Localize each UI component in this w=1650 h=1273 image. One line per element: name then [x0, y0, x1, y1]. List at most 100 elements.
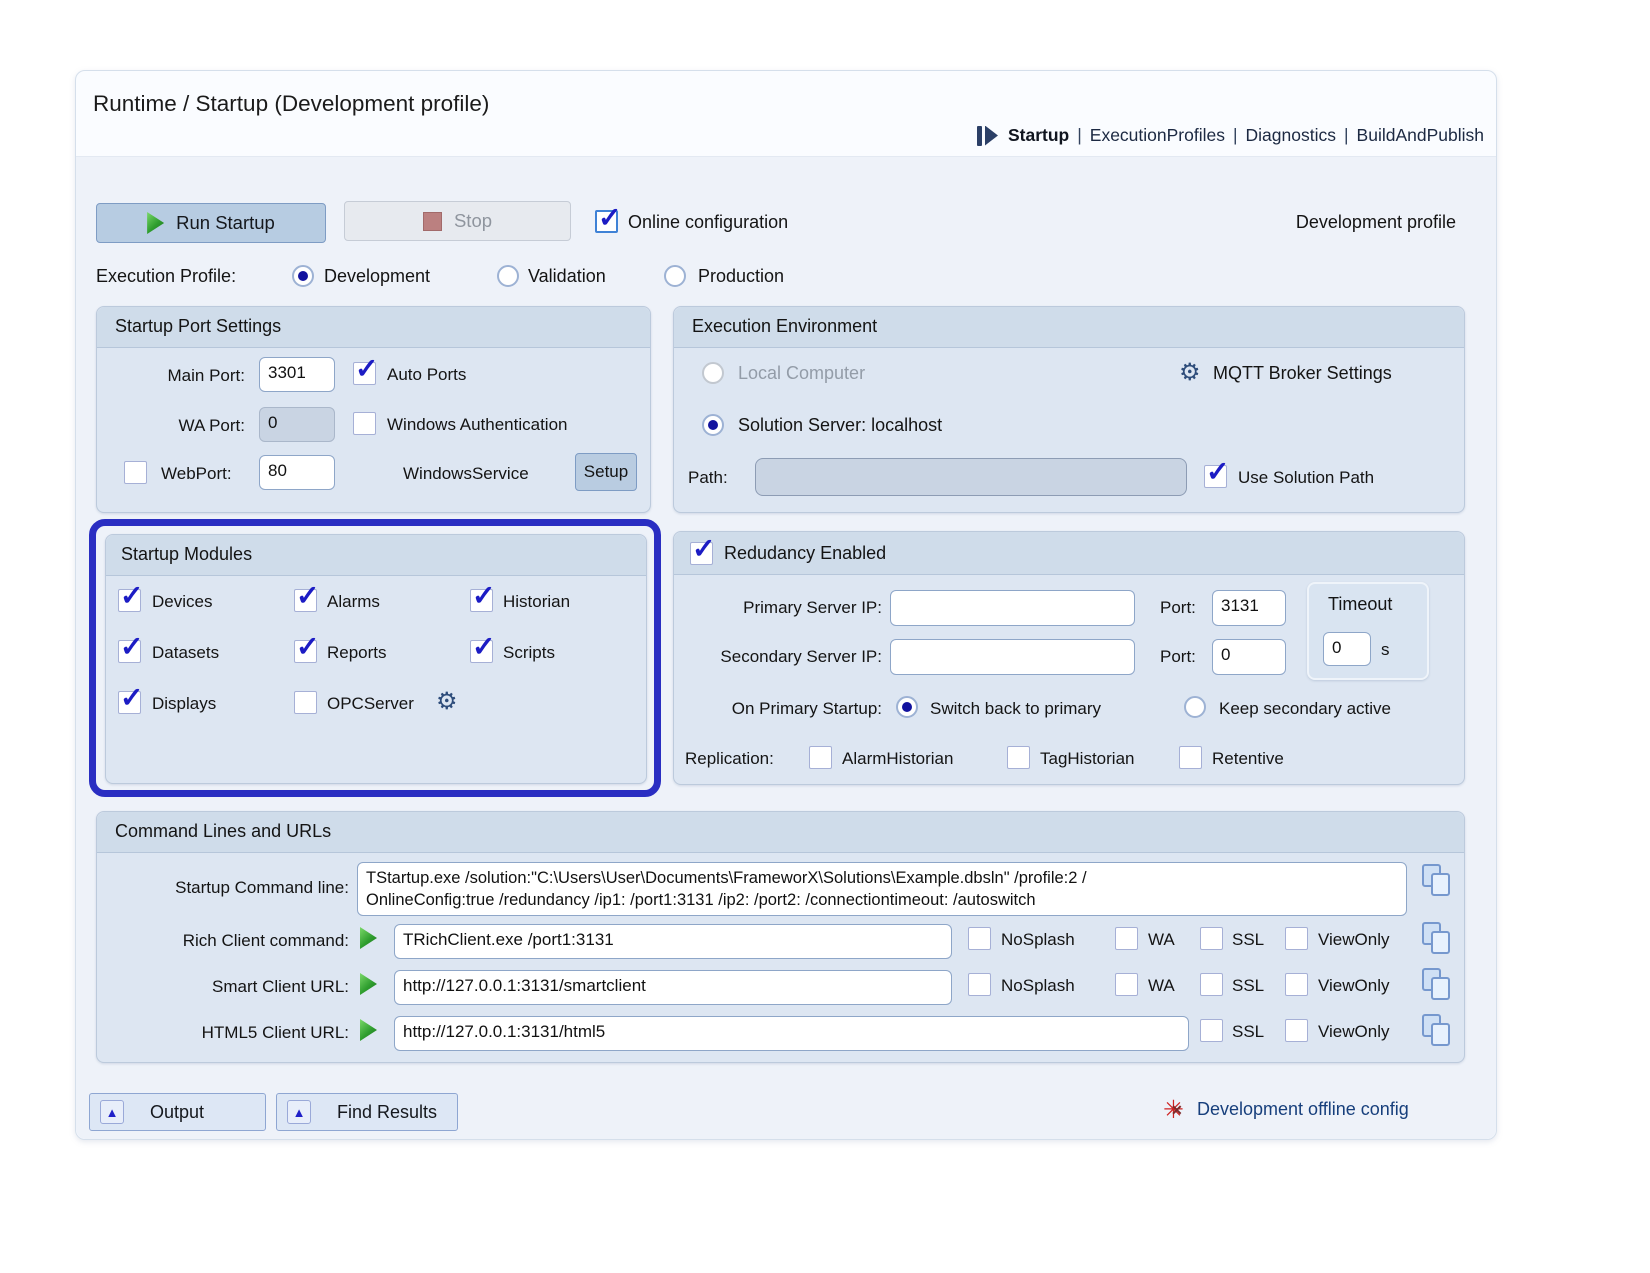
find-results-label: Find Results [337, 1102, 437, 1123]
taghistorian-checkbox[interactable] [1007, 746, 1030, 769]
windows-service-setup-button[interactable]: Setup [575, 453, 637, 491]
execution-environment-header: Execution Environment [674, 307, 1464, 348]
primary-port-input[interactable]: 3131 [1212, 590, 1286, 626]
run-smart-client-icon[interactable] [360, 973, 377, 995]
startup-modules-title: Startup Modules [121, 544, 252, 565]
copy-html5-client-icon[interactable] [1422, 1014, 1450, 1046]
switch-back-to-primary-radio[interactable] [896, 696, 918, 718]
smart-viewonly-label: ViewOnly [1318, 976, 1390, 996]
redundancy-panel: Redudancy Enabled Primary Server IP: Por… [673, 531, 1465, 785]
alarmhistorian-checkbox[interactable] [809, 746, 832, 769]
profile-production-radio[interactable] [664, 265, 686, 287]
startup-port-settings-title: Startup Port Settings [115, 316, 281, 337]
mqtt-broker-settings-label[interactable]: MQTT Broker Settings [1213, 363, 1392, 384]
startup-modules-header: Startup Modules [106, 535, 646, 576]
tab-diagnostics[interactable]: Diagnostics [1246, 125, 1336, 146]
devices-checkbox[interactable] [118, 589, 141, 612]
html5-client-url-input[interactable]: http://127.0.0.1:3131/html5 [394, 1016, 1189, 1051]
run-rich-client-icon[interactable] [360, 927, 377, 949]
page-title: Runtime / Startup (Development profile) [93, 91, 489, 117]
nav-separator: | [1344, 125, 1349, 146]
windows-authentication-checkbox[interactable] [353, 412, 376, 435]
secondary-server-ip-input[interactable] [890, 639, 1135, 675]
rich-viewonly-checkbox[interactable] [1285, 927, 1308, 950]
timeout-box: Timeout 0 s [1307, 582, 1429, 680]
main-port-input[interactable]: 3301 [259, 357, 335, 392]
rich-wa-checkbox[interactable] [1115, 927, 1138, 950]
alarmhistorian-label: AlarmHistorian [842, 749, 953, 769]
redundancy-enabled-checkbox[interactable] [690, 542, 713, 565]
html5-ssl-label: SSL [1232, 1022, 1264, 1042]
run-startup-label: Run Startup [176, 212, 275, 234]
windows-authentication-label: Windows Authentication [387, 415, 568, 435]
webport-checkbox[interactable] [124, 461, 147, 484]
tab-executionprofiles[interactable]: ExecutionProfiles [1090, 125, 1225, 146]
runtime-startup-window: Runtime / Startup (Development profile) … [75, 70, 1497, 1140]
smart-wa-checkbox[interactable] [1115, 973, 1138, 996]
smart-client-url-input[interactable]: http://127.0.0.1:3131/smartclient [394, 970, 952, 1005]
smart-ssl-checkbox[interactable] [1200, 973, 1223, 996]
smart-wa-label: WA [1148, 976, 1175, 996]
secondary-port-input[interactable]: 0 [1212, 639, 1286, 675]
keep-secondary-active-radio[interactable] [1184, 696, 1206, 718]
copy-rich-client-icon[interactable] [1422, 922, 1450, 954]
use-solution-path-checkbox[interactable] [1204, 465, 1227, 488]
run-html5-client-icon[interactable] [360, 1019, 377, 1041]
primary-server-ip-input[interactable] [890, 590, 1135, 626]
tab-buildandpublish[interactable]: BuildAndPublish [1357, 125, 1484, 146]
webport-input[interactable]: 80 [259, 455, 335, 490]
smart-nosplash-checkbox[interactable] [968, 973, 991, 996]
copy-smart-client-icon[interactable] [1422, 968, 1450, 1000]
html5-ssl-checkbox[interactable] [1200, 1019, 1223, 1042]
offline-config-label[interactable]: Development offline config [1197, 1099, 1409, 1120]
run-startup-button[interactable]: Run Startup [96, 203, 326, 243]
historian-checkbox[interactable] [470, 589, 493, 612]
opcserver-checkbox[interactable] [294, 691, 317, 714]
solution-server-radio[interactable] [702, 414, 724, 436]
alarms-label: Alarms [327, 592, 380, 612]
rich-client-command-input[interactable]: TRichClient.exe /port1:3131 [394, 924, 952, 959]
scripts-checkbox[interactable] [470, 640, 493, 663]
opcserver-label: OPCServer [327, 694, 414, 714]
rich-ssl-checkbox[interactable] [1200, 927, 1223, 950]
play-icon [147, 212, 164, 234]
timeout-input[interactable]: 0 [1323, 632, 1371, 666]
profile-validation-label: Validation [528, 266, 606, 287]
profile-development-radio[interactable] [292, 265, 314, 287]
opcserver-gear-icon[interactable]: ⚙ [436, 690, 458, 714]
html5-viewonly-checkbox[interactable] [1285, 1019, 1308, 1042]
retentive-checkbox[interactable] [1179, 746, 1202, 769]
timeout-unit-label: s [1381, 640, 1390, 660]
local-computer-radio[interactable] [702, 362, 724, 384]
smart-viewonly-checkbox[interactable] [1285, 973, 1308, 996]
profile-development-label: Development [324, 266, 430, 287]
wa-port-input: 0 [259, 407, 335, 442]
local-computer-label: Local Computer [738, 363, 865, 384]
copy-startup-command-icon[interactable] [1422, 864, 1450, 896]
tab-startup[interactable]: Startup [1008, 125, 1069, 146]
online-configuration-checkbox[interactable] [595, 210, 618, 233]
use-solution-path-label: Use Solution Path [1238, 468, 1374, 488]
startup-modules-panel: Startup Modules Devices Alarms Historian… [105, 534, 647, 784]
taghistorian-label: TagHistorian [1040, 749, 1135, 769]
startup-port-settings-panel: Startup Port Settings Main Port: 3301 Au… [96, 306, 651, 513]
datasets-checkbox[interactable] [118, 640, 141, 663]
solution-server-label: Solution Server: localhost [738, 415, 942, 436]
displays-checkbox[interactable] [118, 691, 141, 714]
rich-nosplash-checkbox[interactable] [968, 927, 991, 950]
path-input [755, 458, 1187, 496]
command-lines-title: Command Lines and URLs [115, 821, 331, 842]
mqtt-gear-icon[interactable]: ⚙ [1179, 361, 1201, 385]
auto-ports-checkbox[interactable] [353, 362, 376, 385]
stop-button[interactable]: Stop [344, 201, 571, 241]
startup-command-line-input[interactable]: TStartup.exe /solution:"C:\Users\User\Do… [357, 862, 1407, 916]
reports-checkbox[interactable] [294, 640, 317, 663]
profile-validation-radio[interactable] [497, 265, 519, 287]
startup-port-settings-header: Startup Port Settings [97, 307, 650, 348]
switch-back-to-primary-label: Switch back to primary [930, 699, 1101, 719]
alarms-checkbox[interactable] [294, 589, 317, 612]
output-button[interactable]: ▲ Output [89, 1093, 266, 1131]
find-results-button[interactable]: ▲ Find Results [276, 1093, 458, 1131]
online-configuration-label: Online configuration [628, 212, 788, 233]
startup-nav-icon [977, 126, 998, 146]
